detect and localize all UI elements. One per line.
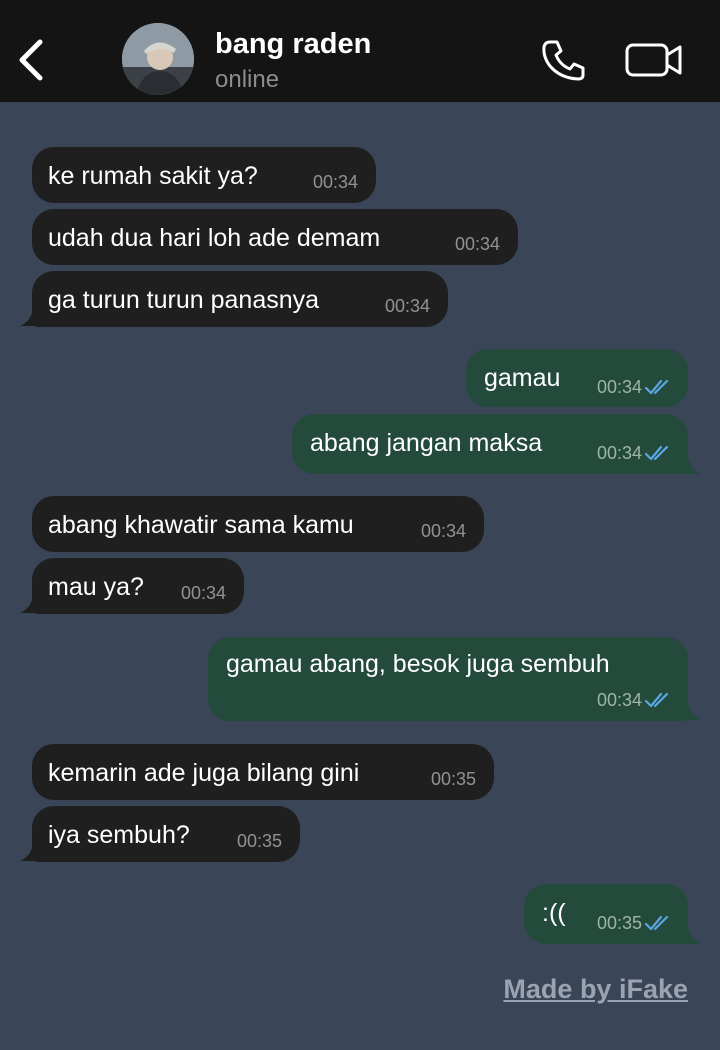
message-time: 00:34 bbox=[420, 521, 466, 541]
contact-status: online bbox=[215, 66, 280, 93]
phone-icon bbox=[542, 40, 585, 81]
message-text: gamau bbox=[484, 364, 561, 392]
message-time: 00:34 bbox=[180, 583, 226, 603]
message-text: udah dua hari loh ade demam bbox=[48, 224, 381, 252]
double-check-icon bbox=[644, 445, 669, 461]
chat-header: bang raden online bbox=[0, 0, 720, 102]
incoming-message[interactable]: abang khawatir sama kamu 00:34 bbox=[32, 496, 484, 552]
watermark: Made by iFake bbox=[503, 974, 688, 1004]
message-time: 00:34 bbox=[384, 296, 430, 316]
incoming-message[interactable]: udah dua hari loh ade demam 00:34 bbox=[32, 209, 518, 265]
message-text: mau ya? bbox=[48, 573, 144, 601]
outgoing-message[interactable]: :(( 00:35 bbox=[524, 884, 688, 944]
avatar-photo bbox=[122, 23, 194, 95]
video-camera-icon bbox=[625, 43, 682, 77]
double-check-icon bbox=[644, 692, 669, 708]
avatar[interactable] bbox=[122, 23, 194, 95]
incoming-message[interactable]: mau ya? 00:34 bbox=[32, 558, 244, 614]
incoming-message[interactable]: ke rumah sakit ya? 00:34 bbox=[32, 147, 376, 203]
message-time: 00:35 bbox=[596, 913, 642, 933]
outgoing-message[interactable]: abang jangan maksa 00:34 bbox=[292, 414, 688, 474]
incoming-message[interactable]: ga turun turun panasnya 00:34 bbox=[32, 271, 448, 327]
message-text: ga turun turun panasnya bbox=[48, 286, 320, 314]
double-check-icon bbox=[644, 379, 669, 395]
message-time: 00:34 bbox=[596, 690, 642, 710]
message-text: abang khawatir sama kamu bbox=[48, 511, 354, 539]
message-time: 00:34 bbox=[454, 234, 500, 254]
outgoing-message[interactable]: gamau abang, besok juga sembuh 00:34 bbox=[208, 637, 688, 721]
message-text: :(( bbox=[542, 899, 566, 927]
message-time: 00:34 bbox=[312, 172, 358, 192]
message-time: 00:35 bbox=[430, 769, 476, 789]
video-call-button[interactable] bbox=[624, 40, 684, 80]
message-time: 00:35 bbox=[236, 831, 282, 851]
message-text: iya sembuh? bbox=[48, 821, 190, 849]
chevron-left-icon bbox=[19, 39, 43, 81]
message-text: ke rumah sakit ya? bbox=[48, 162, 258, 190]
incoming-message[interactable]: kemarin ade juga bilang gini 00:35 bbox=[32, 744, 494, 800]
message-time: 00:34 bbox=[596, 377, 642, 397]
message-text: gamau abang, besok juga sembuh bbox=[226, 650, 610, 678]
double-check-icon bbox=[644, 915, 669, 931]
voice-call-button[interactable] bbox=[538, 38, 588, 82]
incoming-message[interactable]: iya sembuh? 00:35 bbox=[32, 806, 300, 862]
contact-name[interactable]: bang raden bbox=[215, 28, 371, 61]
message-text: kemarin ade juga bilang gini bbox=[48, 759, 360, 787]
message-time: 00:34 bbox=[596, 443, 642, 463]
message-text: abang jangan maksa bbox=[310, 429, 543, 457]
outgoing-message[interactable]: gamau 00:34 bbox=[466, 349, 688, 407]
back-button[interactable] bbox=[14, 36, 50, 84]
